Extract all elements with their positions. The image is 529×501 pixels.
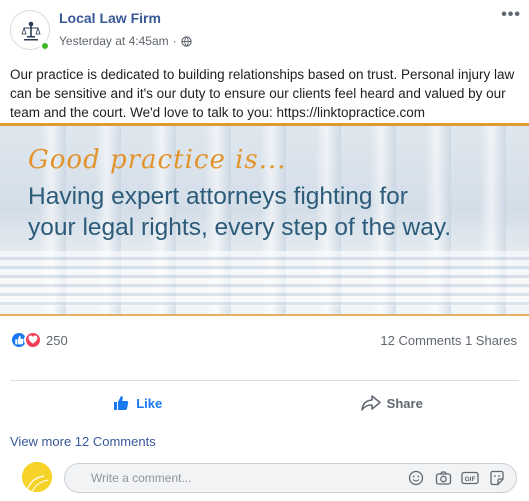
view-more-comments-link[interactable]: View more 12 Comments: [10, 434, 156, 449]
share-button[interactable]: Share: [265, 386, 520, 420]
post-text: Our practice is dedicated to building re…: [10, 67, 515, 120]
love-reaction-icon: [24, 331, 42, 349]
like-button[interactable]: Like: [10, 386, 265, 420]
post-header: Local Law Firm Yesterday at 4:45am · •••: [10, 6, 521, 52]
svg-text:GIF: GIF: [465, 476, 476, 483]
divider: [10, 380, 519, 381]
user-avatar-icon: [22, 462, 52, 492]
banner-headline-line2: your legal rights, every step of the way…: [28, 214, 452, 241]
like-label: Like: [136, 395, 163, 411]
sticker-icon[interactable]: [488, 469, 506, 487]
comment-input[interactable]: Write a comment... GIF: [64, 463, 517, 493]
meta-separator: ·: [172, 34, 177, 48]
banner-tagline: Good practice is...: [28, 145, 287, 175]
post-timestamp[interactable]: Yesterday at 4:45am: [59, 34, 169, 48]
gif-icon[interactable]: GIF: [461, 469, 479, 487]
online-status-indicator: [40, 41, 50, 51]
post-meta: Yesterday at 4:45am ·: [59, 34, 192, 48]
action-bar: Like Share: [10, 386, 519, 420]
banner-top-bar: [0, 123, 529, 126]
comment-placeholder: Write a comment...: [91, 471, 192, 485]
camera-icon[interactable]: [434, 469, 452, 487]
emoji-icon[interactable]: [407, 469, 425, 487]
divider: [10, 424, 519, 425]
comments-shares-count[interactable]: 12 Comments 1 Shares: [380, 333, 517, 348]
banner-headline-line1: Having expert attorneys fighting for: [28, 183, 408, 210]
page-name-link[interactable]: Local Law Firm: [59, 10, 161, 26]
banner-headline: Having expert attorneys fighting for you…: [28, 181, 451, 243]
thumbs-up-icon: [114, 396, 129, 410]
share-arrow-icon: [360, 395, 381, 411]
globe-icon: [180, 35, 192, 47]
commenter-avatar[interactable]: [22, 462, 52, 492]
comment-composer: Write a comment... GIF: [22, 462, 517, 496]
reactions-summary[interactable]: 250: [10, 331, 68, 349]
more-options-icon[interactable]: •••: [501, 6, 521, 24]
comment-tools: GIF: [407, 469, 506, 487]
post-card: Local Law Firm Yesterday at 4:45am · •••…: [0, 0, 529, 501]
banner-bottom-bar: [0, 314, 529, 316]
banner-steps: [0, 251, 529, 306]
reaction-count: 250: [46, 332, 68, 348]
share-label: Share: [386, 395, 423, 411]
post-image[interactable]: Good practice is... Having expert attorn…: [0, 123, 529, 316]
